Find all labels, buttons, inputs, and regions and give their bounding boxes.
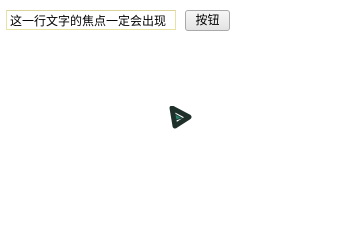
page: 按钮 [0,0,363,204]
action-button[interactable]: 按钮 [185,10,230,31]
busy-cursor-icon [169,106,192,129]
text-input[interactable] [6,10,176,30]
